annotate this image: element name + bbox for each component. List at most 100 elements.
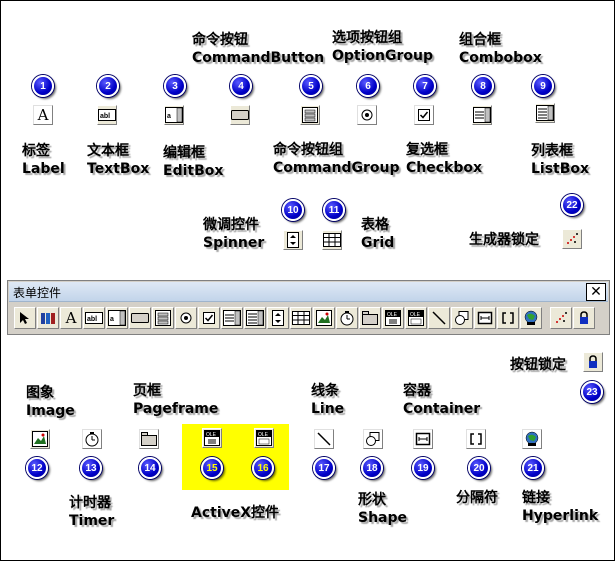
oleboundcontrol-tool-icon[interactable]: OLE (254, 428, 274, 448)
separator-tool-button[interactable] (497, 307, 519, 329)
combobox-tool-button[interactable] (221, 307, 243, 329)
label-hyperlink: 链接 Hyperlink (522, 490, 599, 524)
listbox-tool-icon[interactable] (535, 103, 555, 123)
diagram-canvas: 命令按钮 CommandButton 选项按钮组 OptionGroup 组合框 Co… (0, 0, 615, 561)
svg-text:OLE: OLE (387, 312, 398, 318)
label-commandgroup: 命令按钮组 CommandGroup (273, 142, 400, 176)
label-line: 线条 Line (311, 383, 345, 417)
oleboundcontrol-tool-button[interactable]: OLE (405, 307, 427, 329)
badge-5: 5 (300, 75, 322, 97)
class-library-tool-button[interactable] (37, 307, 59, 329)
form-controls-toolbar: 表单控件 ✕ A abl a OLE OLE (7, 280, 610, 335)
separator-tool-icon[interactable] (466, 429, 486, 449)
badge-12: 12 (26, 457, 48, 479)
label-checkbox: 复选框 Checkbox (406, 142, 483, 176)
label-timer: 计时器 Timer (69, 495, 115, 529)
listbox-tool-button[interactable] (244, 307, 266, 329)
label-shape: 形状 Shape (358, 492, 408, 526)
olecontrol-tool-icon[interactable]: OLE (202, 428, 222, 448)
badge-11: 11 (323, 199, 345, 221)
badge-17: 17 (313, 457, 335, 479)
badge-1: 1 (32, 75, 54, 97)
svg-text:a: a (167, 113, 171, 120)
pageframe-tool-icon[interactable] (139, 429, 159, 449)
commandbutton-tool-button[interactable] (129, 307, 151, 329)
badge-16: 16 (252, 457, 274, 479)
label-container: 容器 Container (403, 383, 481, 417)
badge-18: 18 (361, 457, 383, 479)
label-spinner: 微调控件 Spinner (203, 217, 265, 251)
spinner-tool-button[interactable] (267, 307, 289, 329)
select-pointer-tool-button[interactable] (14, 307, 36, 329)
grid-tool-button[interactable] (290, 307, 312, 329)
close-button[interactable]: ✕ (586, 283, 606, 301)
timer-tool-button[interactable] (336, 307, 358, 329)
commandgroup-tool-icon[interactable] (300, 105, 320, 125)
badge-10: 10 (282, 199, 304, 221)
badge-20: 20 (468, 457, 490, 479)
image-tool-button[interactable] (313, 307, 335, 329)
badge-23: 23 (581, 381, 603, 403)
commandgroup-tool-button[interactable] (152, 307, 174, 329)
label-tool-button[interactable]: A (60, 307, 82, 329)
label-image: 图象 Image (26, 385, 75, 419)
pageframe-tool-button[interactable] (359, 307, 381, 329)
badge-7: 7 (414, 75, 436, 97)
svg-text:OLE: OLE (206, 432, 217, 438)
grid-tool-icon[interactable] (322, 230, 342, 250)
optiongroup-tool-button[interactable] (175, 307, 197, 329)
line-tool-icon[interactable] (314, 429, 334, 449)
toolbar-buttons: A abl a OLE OLE (14, 307, 595, 331)
optiongroup-tool-icon[interactable] (357, 105, 377, 125)
label-label: 标签 Label (22, 143, 65, 177)
label-builder-lock: 生成器锁定 (469, 232, 539, 248)
badge-19: 19 (412, 457, 434, 479)
button-lock-tool-button[interactable] (573, 307, 595, 329)
spinner-tool-icon[interactable] (283, 230, 303, 250)
svg-text:OLE: OLE (258, 432, 269, 438)
label-commandbutton: 命令按钮 CommandButton (192, 32, 325, 66)
timer-tool-icon[interactable] (82, 429, 102, 449)
label-button-lock: 按钮锁定 (510, 357, 566, 373)
badge-22: 22 (561, 194, 583, 216)
svg-text:abl: abl (87, 316, 97, 323)
svg-text:OLE: OLE (410, 312, 421, 318)
line-tool-button[interactable] (428, 307, 450, 329)
builder-lock-tool-button[interactable] (550, 307, 572, 329)
label-tool-icon[interactable]: A (33, 105, 53, 125)
close-icon: ✕ (590, 284, 602, 300)
combobox-tool-icon[interactable] (472, 105, 492, 125)
toolbar-title-bar[interactable]: 表单控件 ✕ (9, 282, 608, 302)
image-tool-icon[interactable] (30, 429, 50, 449)
commandbutton-tool-icon[interactable] (230, 105, 250, 125)
textbox-tool-button[interactable]: abl (83, 307, 105, 329)
olecontrol-tool-button[interactable]: OLE (382, 307, 404, 329)
container-tool-button[interactable] (474, 307, 496, 329)
button-lock-tool-icon[interactable] (583, 352, 603, 372)
label-combobox: 组合框 Combobox (459, 32, 542, 66)
hyperlink-tool-icon[interactable] (522, 429, 542, 449)
badge-9: 9 (532, 75, 554, 97)
editbox-tool-button[interactable]: a (106, 307, 128, 329)
editbox-tool-icon[interactable]: a (164, 105, 184, 125)
checkbox-tool-button[interactable] (198, 307, 220, 329)
container-tool-icon[interactable] (413, 429, 433, 449)
badge-21: 21 (522, 457, 544, 479)
textbox-tool-icon[interactable]: abl (97, 105, 117, 125)
label-optiongroup: 选项按钮组 OptionGroup (332, 30, 434, 64)
hyperlink-tool-button[interactable] (520, 307, 542, 329)
badge-13: 13 (80, 457, 102, 479)
builder-lock-tool-icon[interactable] (562, 229, 582, 249)
shape-tool-icon[interactable] (363, 429, 383, 449)
svg-text:abl: abl (100, 113, 110, 120)
label-editbox: 编辑框 EditBox (163, 145, 224, 179)
badge-4: 4 (230, 75, 252, 97)
label-separator: 分隔符 (456, 490, 498, 506)
shape-tool-button[interactable] (451, 307, 473, 329)
toolbar-title: 表单控件 (13, 286, 62, 300)
badge-14: 14 (139, 457, 161, 479)
badge-2: 2 (97, 75, 119, 97)
badge-3: 3 (164, 75, 186, 97)
label-pageframe: 页框 Pageframe (133, 383, 219, 417)
checkbox-tool-icon[interactable] (414, 105, 434, 125)
